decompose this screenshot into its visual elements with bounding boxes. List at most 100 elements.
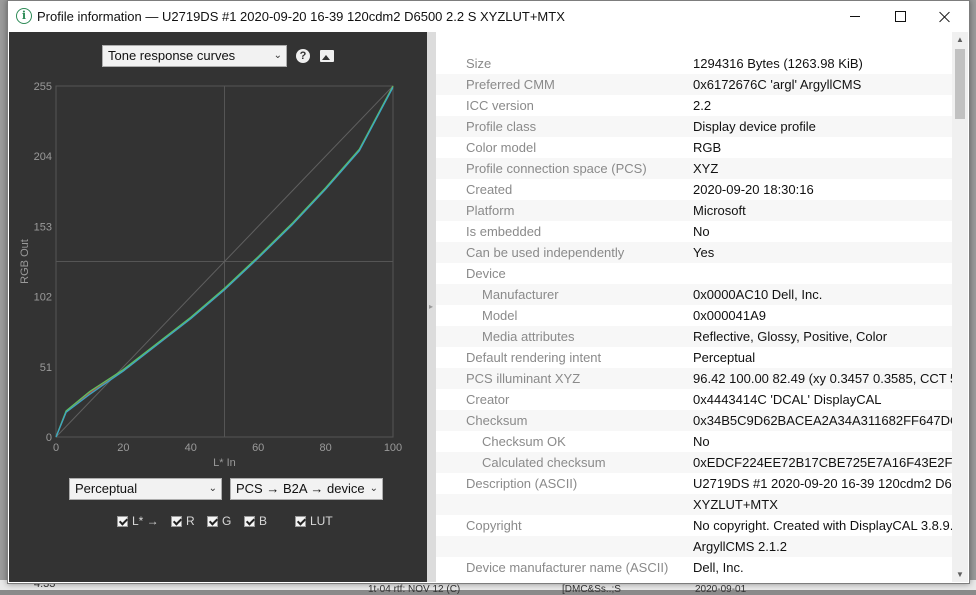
info-row-label: Device bbox=[466, 266, 506, 281]
info-row-label: Profile connection space (PCS) bbox=[466, 161, 647, 176]
info-icon: i bbox=[16, 8, 32, 24]
direction-select-value: PCS → B2A → device bbox=[236, 481, 365, 496]
checkbox-box[interactable] bbox=[117, 515, 128, 527]
info-row-label: Color model bbox=[466, 140, 537, 155]
info-row: Platform Microsoft bbox=[436, 200, 952, 221]
info-row: Calculated checksum 0xEDCF224EE72B17CBE72… bbox=[436, 452, 952, 473]
y-tick-label: 255 bbox=[34, 81, 52, 93]
info-row-value: No bbox=[693, 224, 710, 239]
info-row-label: Preferred CMM bbox=[466, 77, 555, 92]
info-row-value: Reflective, Glossy, Positive, Color bbox=[693, 329, 888, 344]
info-row: Copyright No copyright. Created with Disp… bbox=[436, 515, 952, 536]
info-row: Profile connection space (PCS) XYZ bbox=[436, 158, 952, 179]
info-row-label: Manufacturer bbox=[482, 287, 559, 302]
info-row-value: 96.42 100.00 82.49 (xy 0.3457 0.3585, CC… bbox=[693, 371, 952, 386]
scrollbar-thumb[interactable] bbox=[955, 49, 965, 119]
x-tick-label: 40 bbox=[185, 442, 197, 454]
direction-select[interactable]: PCS → B2A → device ⌄ bbox=[230, 478, 383, 500]
info-row-value: 2.2 bbox=[693, 98, 712, 113]
info-row-value: 1294316 Bytes (1263.98 KiB) bbox=[693, 56, 863, 71]
view-select[interactable]: Tone response curves ⌄ bbox=[102, 45, 287, 67]
checkbox-lut[interactable]: LUT bbox=[295, 514, 333, 528]
info-row-value: Dell, Inc. bbox=[693, 560, 744, 575]
y-tick-label: 102 bbox=[34, 292, 52, 304]
minimize-icon bbox=[850, 16, 860, 17]
info-row-label: Created bbox=[466, 182, 513, 197]
info-row: Is embedded No bbox=[436, 221, 952, 242]
info-row: Color model RGB bbox=[436, 137, 952, 158]
curves-pane: Tone response curves ⌄ ? 0 20 40 60 80 100 0 51… bbox=[9, 32, 427, 582]
info-row: Created 2020-09-20 18:30:16 bbox=[436, 179, 952, 200]
x-tick-label: 80 bbox=[319, 442, 331, 454]
info-row-label: Platform bbox=[466, 203, 515, 218]
scroll-up-icon[interactable]: ▲ bbox=[956, 35, 964, 44]
info-row-label: Size bbox=[466, 56, 492, 71]
help-icon[interactable]: ? bbox=[296, 49, 310, 63]
maximize-icon bbox=[894, 11, 906, 22]
checkbox-label: L* → bbox=[132, 514, 159, 528]
info-row-value: 0x0000AC10 Dell, Inc. bbox=[693, 287, 823, 302]
checkbox-label: LUT bbox=[310, 514, 333, 528]
checkbox-r[interactable]: R bbox=[171, 514, 195, 528]
scroll-down-icon[interactable]: ▼ bbox=[956, 570, 964, 579]
checkbox-label: R bbox=[186, 514, 195, 528]
info-row-value: Display device profile bbox=[693, 119, 816, 134]
x-axis-label: L* In bbox=[213, 457, 236, 467]
info-row: PCS illuminant XYZ 96.42 100.00 82.49 (xy… bbox=[436, 368, 952, 389]
y-tick-label: 0 bbox=[46, 432, 52, 444]
info-row-value: XYZLUT+MTX bbox=[693, 497, 778, 512]
info-row: Size 1294316 Bytes (1263.98 KiB) bbox=[436, 53, 952, 74]
minimize-button[interactable] bbox=[832, 1, 878, 32]
info-row: Media attributes Reflective, Glossy, Posi… bbox=[436, 326, 952, 347]
info-row-label: Creator bbox=[466, 392, 510, 407]
info-row-label: ICC version bbox=[466, 98, 534, 113]
x-tick-label: 100 bbox=[384, 442, 402, 454]
close-icon bbox=[939, 11, 951, 23]
checkbox-box[interactable] bbox=[295, 515, 306, 527]
info-row: Preferred CMM 0x6172676C 'argl' ArgyllCMS bbox=[436, 74, 952, 95]
info-row-label: Default rendering intent bbox=[466, 350, 602, 365]
info-row: XYZLUT+MTX bbox=[436, 494, 952, 515]
title-bar[interactable]: i Profile information — U2719DS #1 2020-… bbox=[8, 1, 969, 32]
info-row: Can be used independently Yes bbox=[436, 242, 952, 263]
close-button[interactable] bbox=[922, 1, 968, 32]
info-row-value: 2020-09-20 18:30:16 bbox=[693, 182, 814, 197]
y-tick-label: 153 bbox=[34, 221, 52, 233]
info-row: ArgyllCMS 2.1.2 bbox=[436, 536, 952, 557]
window-title: Profile information — U2719DS #1 2020-09… bbox=[37, 9, 565, 24]
info-row: Description (ASCII) U2719DS #1 2020-09-20… bbox=[436, 473, 952, 494]
x-tick-label: 20 bbox=[117, 442, 129, 454]
info-row-label: Checksum OK bbox=[482, 434, 566, 449]
info-row: Creator 0x4443414C 'DCAL' DisplayCAL bbox=[436, 389, 952, 410]
checkbox-g[interactable]: G bbox=[207, 514, 231, 528]
checkbox-l-star[interactable]: L* → bbox=[117, 514, 159, 528]
x-tick-label: 0 bbox=[53, 442, 59, 454]
y-tick-label: 204 bbox=[34, 151, 52, 163]
checkbox-box[interactable] bbox=[244, 515, 255, 527]
info-row-value: ArgyllCMS 2.1.2 bbox=[693, 539, 787, 554]
checkbox-box[interactable] bbox=[171, 515, 182, 527]
info-row-value: Microsoft bbox=[693, 203, 746, 218]
info-row-value: 0x34B5C9D62BACEA2A34A311682FF647DC bbox=[693, 413, 952, 428]
checkbox-b[interactable]: B bbox=[244, 514, 267, 528]
info-row-label: Can be used independently bbox=[466, 245, 625, 260]
checkbox-label: B bbox=[259, 514, 268, 528]
vertical-scrollbar[interactable]: ▲ ▼ bbox=[952, 32, 968, 582]
info-row-label: Media attributes bbox=[482, 329, 575, 344]
image-icon[interactable] bbox=[320, 50, 334, 62]
info-row-value: Yes bbox=[693, 245, 715, 260]
chevron-down-icon: ⌄ bbox=[369, 483, 378, 494]
info-row-value: No copyright. Created with DisplayCAL 3.… bbox=[693, 518, 952, 533]
info-row-value: 0xEDCF224EE72B17CBE725E7A16F43E2F5 bbox=[693, 455, 952, 470]
profile-info-list: Size 1294316 Bytes (1263.98 KiB) Preferred… bbox=[436, 32, 952, 582]
maximize-button[interactable] bbox=[877, 1, 923, 32]
info-row: Default rendering intent Perceptual bbox=[436, 347, 952, 368]
info-row: Manufacturer 0x0000AC10 Dell, Inc. bbox=[436, 284, 952, 305]
pane-splitter[interactable]: ▸ bbox=[427, 32, 436, 582]
info-row-value: 0x6172676C 'argl' ArgyllCMS bbox=[693, 77, 862, 92]
checkbox-box[interactable] bbox=[207, 515, 218, 527]
intent-select[interactable]: Perceptual ⌄ bbox=[69, 478, 222, 500]
info-row-label: Model bbox=[482, 308, 518, 323]
info-row-label: Copyright bbox=[466, 518, 522, 533]
info-row-label: Checksum bbox=[466, 413, 528, 428]
